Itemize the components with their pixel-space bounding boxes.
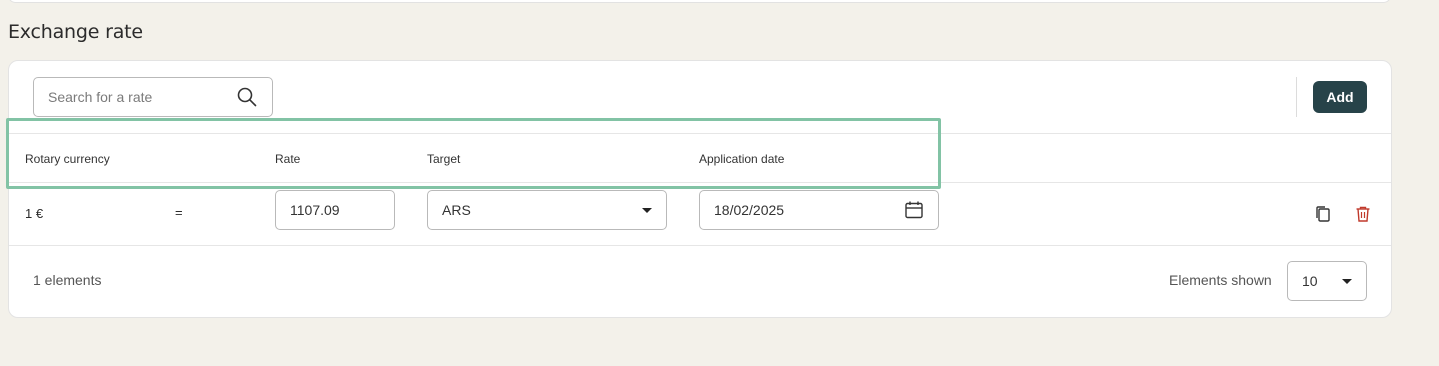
application-date-input[interactable]: 18/02/2025 bbox=[699, 190, 939, 230]
caret-down-icon bbox=[1342, 278, 1352, 284]
previous-card bbox=[8, 0, 1391, 3]
calendar-icon[interactable] bbox=[904, 200, 924, 220]
application-date-value: 18/02/2025 bbox=[714, 202, 785, 218]
add-button[interactable]: Add bbox=[1313, 81, 1367, 113]
page-size-value: 10 bbox=[1302, 273, 1318, 289]
elements-count: 1 elements bbox=[33, 272, 102, 288]
rate-input[interactable]: 1107.09 bbox=[275, 190, 395, 230]
elements-shown-label: Elements shown bbox=[1169, 272, 1272, 288]
search-box[interactable] bbox=[33, 77, 273, 117]
section-title: Exchange rate bbox=[8, 21, 143, 43]
rate-value: 1107.09 bbox=[290, 202, 340, 218]
target-select[interactable]: ARS bbox=[427, 190, 667, 230]
row-highlight-outline bbox=[6, 118, 941, 189]
caret-down-icon bbox=[642, 207, 652, 213]
row-bottom-divider bbox=[9, 245, 1391, 246]
search-input[interactable] bbox=[48, 89, 236, 105]
search-icon[interactable] bbox=[236, 86, 258, 108]
toolbar-divider bbox=[1296, 77, 1297, 117]
exchange-rate-card: Add Rotary currency Rate Target Applicat… bbox=[8, 60, 1392, 318]
trash-icon[interactable] bbox=[1353, 204, 1373, 224]
page-size-select[interactable]: 10 bbox=[1287, 261, 1367, 301]
equals-sign: = bbox=[175, 205, 183, 220]
copy-icon[interactable] bbox=[1313, 204, 1333, 224]
source-currency: 1 € bbox=[25, 206, 44, 221]
target-value: ARS bbox=[442, 202, 471, 218]
